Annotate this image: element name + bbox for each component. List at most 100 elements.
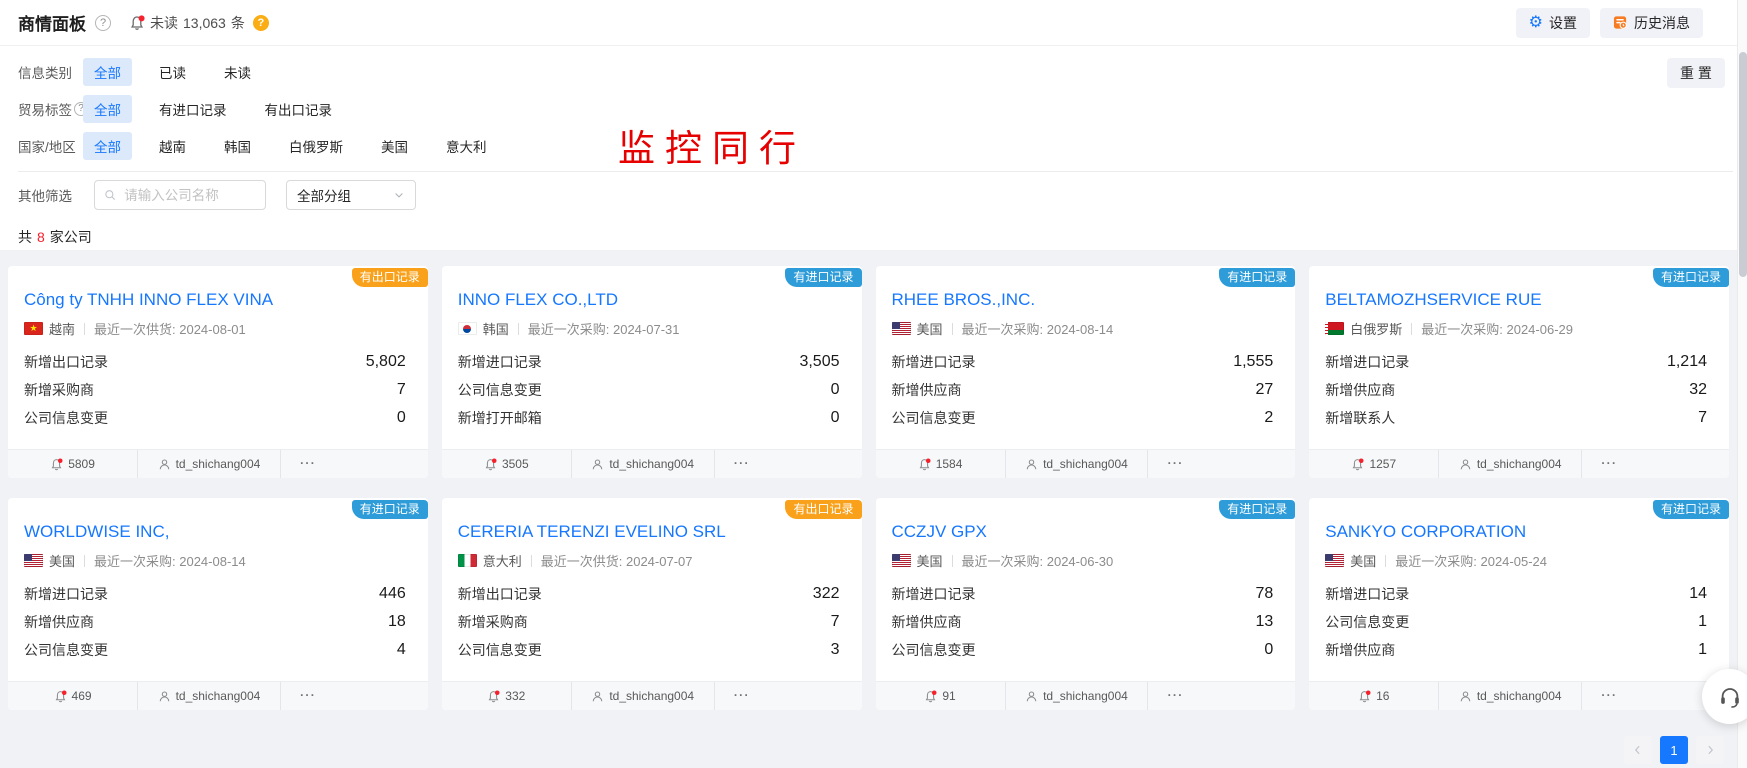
bell-icon (485, 457, 497, 470)
customer-service-button[interactable] (1702, 669, 1747, 724)
card-notifications-button[interactable]: 91 (876, 682, 1006, 710)
card-bell-count: 5809 (68, 457, 95, 471)
card-owner-button[interactable]: td_shichang004 (572, 682, 715, 710)
group-select[interactable]: 全部分组 (286, 180, 416, 210)
company-name-link[interactable]: RHEE BROS.,INC. (892, 290, 1280, 310)
scrollbar-thumb[interactable] (1739, 52, 1747, 277)
metric-row: 新增采购商 7 (24, 381, 406, 398)
card-owner-button[interactable]: td_shichang004 (1439, 682, 1583, 710)
title-help-icon[interactable]: ? (95, 14, 111, 31)
bell-icon (55, 689, 67, 702)
last-trade-date: 最近一次供货: 2024-08-01 (94, 322, 246, 337)
header-actions: ⚙ 设置 历史消息 (1515, 7, 1703, 38)
more-actions-button[interactable]: ... (281, 682, 336, 710)
card-notifications-button[interactable]: 469 (8, 682, 139, 710)
filter-option[interactable]: 越南 (159, 132, 186, 160)
next-page-button[interactable] (1696, 736, 1724, 764)
last-trade-date: 最近一次采购: 2024-05-24 (1395, 554, 1547, 569)
filter-option[interactable]: 有进口记录 (159, 95, 227, 123)
trade-badge: 有进口记录 (1219, 500, 1296, 519)
filter-option[interactable]: 白俄罗斯 (289, 132, 343, 160)
filter-option[interactable]: 有出口记录 (265, 95, 333, 123)
filter-option[interactable]: 美国 (381, 132, 408, 160)
company-name-link[interactable]: SANKYO CORPORATION (1325, 522, 1713, 542)
settings-button[interactable]: ⚙ 设置 (1515, 7, 1590, 38)
page-1-button[interactable]: 1 (1660, 736, 1688, 764)
history-message-icon (1613, 16, 1627, 29)
company-name-link[interactable]: WORLDWISE INC, (24, 522, 412, 542)
prev-page-button[interactable] (1624, 736, 1652, 764)
card-owner-name: td_shichang004 (1476, 457, 1562, 471)
person-icon (159, 459, 169, 469)
last-trade-date: 最近一次采购: 2024-07-31 (527, 322, 680, 337)
company-meta: 白俄罗斯 最近一次采购: 2024-06-29 (1325, 319, 1713, 338)
metric-row: 公司信息变更 4 (24, 641, 406, 658)
country-flag-icon (891, 554, 911, 567)
card-owner-button[interactable]: td_shichang004 (138, 682, 281, 710)
more-actions-button[interactable]: ... (1148, 450, 1203, 478)
trade-badge: 有出口记录 (351, 268, 428, 287)
metric-row: 新增进口记录 14 (1325, 585, 1707, 602)
reset-button[interactable]: 重 置 (1667, 58, 1725, 88)
more-actions-button[interactable]: ... (715, 682, 770, 710)
filter-option[interactable]: 意大利 (446, 132, 487, 160)
filter-option[interactable]: 全部 (83, 94, 132, 123)
company-name-link[interactable]: CCZJV GPX (892, 522, 1280, 542)
metric-row: 新增供应商 1 (1325, 641, 1707, 658)
card-owner-button[interactable]: td_shichang004 (138, 450, 281, 478)
ellipsis-icon: ... (1601, 685, 1618, 699)
card-notifications-button[interactable]: 3505 (442, 450, 572, 478)
filter-option[interactable]: 韩国 (224, 132, 251, 160)
search-icon (105, 190, 116, 200)
metric-row: 公司信息变更 3 (457, 641, 840, 658)
ellipsis-icon: ... (300, 685, 317, 699)
more-actions-button[interactable]: ... (1582, 450, 1637, 478)
company-name-link[interactable]: Công ty TNHH INNO FLEX VINA (24, 290, 412, 310)
company-name-link[interactable]: INNO FLEX CO.,LTD (458, 290, 846, 310)
filter-options: 全部 越南 韩国 白俄罗斯 美国 意大利 (83, 131, 525, 160)
history-messages-button[interactable]: 历史消息 (1600, 7, 1703, 38)
more-actions-button[interactable]: ... (715, 450, 770, 478)
company-name-link[interactable]: CERERIA TERENZI EVELINO SRL (458, 522, 846, 542)
metric-row: 新增供应商 27 (891, 381, 1274, 398)
country-name: 美国 (1350, 554, 1377, 569)
card-owner-button[interactable]: td_shichang004 (1006, 682, 1149, 710)
more-actions-button[interactable]: ... (1582, 682, 1637, 710)
filter-option[interactable]: 已读 (159, 58, 186, 86)
card-notifications-button[interactable]: 1257 (1309, 450, 1440, 478)
filter-option[interactable]: 全部 (83, 131, 132, 160)
ellipsis-icon: ... (1167, 453, 1184, 467)
more-actions-button[interactable]: ... (1148, 682, 1203, 710)
card-notifications-button[interactable]: 1584 (876, 450, 1006, 478)
card-owner-button[interactable]: td_shichang004 (572, 450, 715, 478)
filter-option[interactable]: 全部 (83, 57, 132, 86)
filter-option[interactable]: 未读 (224, 58, 251, 86)
company-meta: 美国 最近一次采购: 2024-05-24 (1325, 551, 1713, 570)
card-owner-button[interactable]: td_shichang004 (1006, 450, 1149, 478)
company-meta: 美国 最近一次采购: 2024-08-14 (24, 551, 412, 570)
filter-panel: 信息类别 ? 全部已读未读 贸易标签 ? 全部有进口记录有出口记录 国家/地区 … (0, 46, 1747, 250)
card-footer: 469 td_shichang004 ... (8, 681, 428, 710)
card-owner-button[interactable]: td_shichang004 (1439, 450, 1583, 478)
unread-unit: 条 (230, 14, 245, 31)
divider (84, 554, 86, 567)
more-actions-button[interactable]: ... (281, 450, 336, 478)
unread-help-icon[interactable]: ? (252, 14, 269, 31)
pagination: 1 (1624, 736, 1724, 764)
card-owner-name: td_shichang004 (1476, 689, 1562, 703)
filter-rows: 信息类别 ? 全部已读未读 贸易标签 ? 全部有进口记录有出口记录 国家/地区 … (18, 53, 1747, 164)
metric-list: 新增进口记录 1,214 新增供应商 32 新增联系人 7 (1309, 348, 1729, 432)
metric-row: 新增进口记录 446 (24, 585, 406, 602)
card-notifications-button[interactable]: 16 (1309, 682, 1440, 710)
company-card-grid: 有出口记录 Công ty TNHH INNO FLEX VINA 越南 最近一… (0, 250, 1747, 710)
metric-list: 新增进口记录 78 新增供应商 13 公司信息变更 0 (876, 580, 1296, 664)
country-name: 韩国 (482, 322, 509, 337)
card-notifications-button[interactable]: 5809 (8, 450, 139, 478)
divider (951, 322, 953, 335)
card-notifications-button[interactable]: 332 (442, 682, 572, 710)
company-name-link[interactable]: BELTAMOZHSERVICE RUE (1325, 290, 1713, 310)
metric-row: 公司信息变更 2 (891, 409, 1274, 426)
metric-row: 新增采购商 7 (457, 613, 840, 630)
company-search-input[interactable] (122, 186, 256, 204)
metric-row: 新增供应商 18 (24, 613, 406, 630)
